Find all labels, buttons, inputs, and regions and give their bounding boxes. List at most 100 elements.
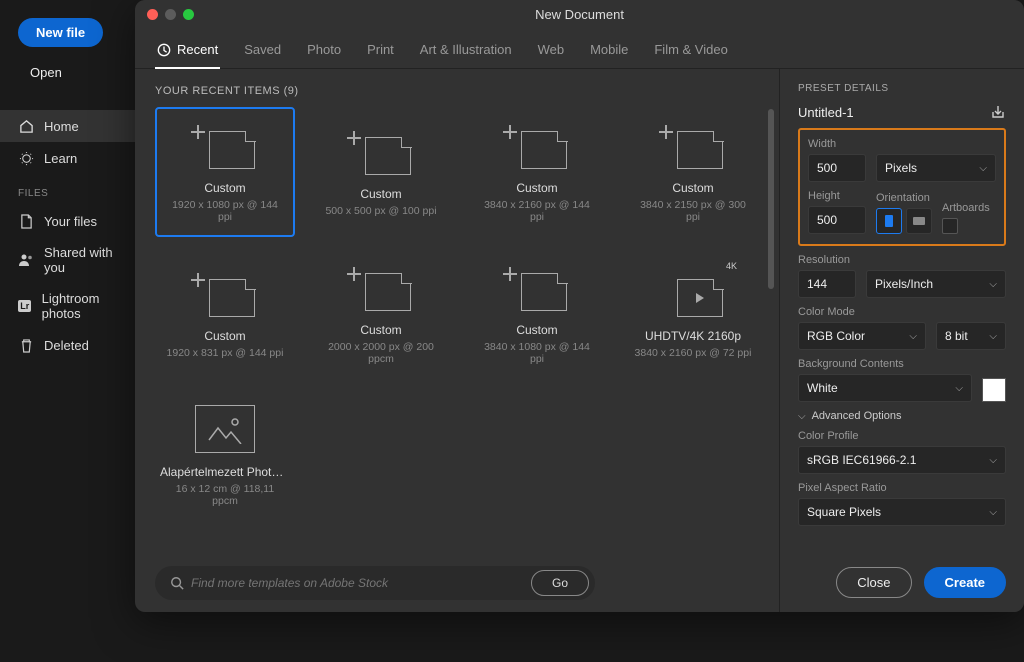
- resolution-label: Resolution: [798, 254, 1006, 266]
- tab-photo[interactable]: Photo: [305, 34, 343, 69]
- nav-deleted[interactable]: Deleted: [0, 329, 145, 361]
- artboards-checkbox[interactable]: [942, 218, 958, 234]
- nav-learn[interactable]: Learn: [0, 142, 145, 174]
- trash-icon: [18, 337, 34, 353]
- recent-items-heading: YOUR RECENT ITEMS (9): [155, 85, 775, 97]
- file-icon: [18, 213, 34, 229]
- close-button[interactable]: Close: [836, 567, 911, 598]
- nav-label: Lightroom photos: [42, 291, 127, 321]
- preset-meta: 3840 x 2160 px @ 72 ppi: [635, 347, 752, 359]
- chevron-down-icon: ⌵: [955, 383, 963, 394]
- bg-swatch[interactable]: [982, 378, 1006, 402]
- preset-name: Custom: [204, 181, 245, 195]
- width-label: Width: [808, 138, 996, 150]
- preset-name: Custom: [516, 323, 557, 337]
- preset-name: Custom: [360, 187, 401, 201]
- bg-label: Background Contents: [798, 358, 1006, 370]
- preset-name: Custom: [672, 181, 713, 195]
- chevron-down-icon: ⌵: [979, 163, 987, 174]
- orientation-landscape[interactable]: [906, 208, 932, 234]
- preset-card[interactable]: Custom2000 x 2000 px @ 200 ppcm: [311, 249, 451, 379]
- tab-saved[interactable]: Saved: [242, 34, 283, 69]
- color-profile-label: Color Profile: [798, 430, 1006, 442]
- panel-heading: PRESET DETAILS: [798, 83, 1006, 94]
- chevron-down-icon: ⌵: [989, 455, 997, 466]
- chevron-down-icon: ⌵: [989, 279, 997, 290]
- preset-card[interactable]: Alapértelmezett Photosho... 16 x 12 cm @ …: [155, 391, 295, 521]
- tab-film-video[interactable]: Film & Video: [652, 34, 729, 69]
- unit-select[interactable]: Pixels⌵: [876, 154, 996, 182]
- chevron-down-icon: ⌵: [989, 507, 997, 518]
- bg-select[interactable]: White⌵: [798, 374, 972, 402]
- nav-lightroom[interactable]: Lr Lightroom photos: [0, 283, 145, 329]
- tab-mobile[interactable]: Mobile: [588, 34, 630, 69]
- preset-name: Alapértelmezett Photosho...: [160, 465, 290, 479]
- people-icon: [18, 252, 34, 268]
- save-preset-icon[interactable]: [990, 104, 1006, 120]
- pixel-aspect-select[interactable]: Square Pixels⌵: [798, 498, 1006, 526]
- orientation-portrait[interactable]: [876, 208, 902, 234]
- app-sidebar: New file Open Home Learn FILES Your file…: [0, 0, 145, 662]
- color-mode-select[interactable]: RGB Color⌵: [798, 322, 926, 350]
- resolution-input[interactable]: [798, 270, 856, 298]
- preset-name: Custom: [360, 323, 401, 337]
- color-mode-label: Color Mode: [798, 306, 1006, 318]
- preset-card[interactable]: Custom 500 x 500 px @ 100 ppi: [311, 107, 451, 237]
- close-window-icon[interactable]: [147, 9, 158, 20]
- create-button[interactable]: Create: [924, 567, 1006, 598]
- advanced-toggle[interactable]: ⌵Advanced Options: [798, 410, 1006, 422]
- tab-art-illustration[interactable]: Art & Illustration: [418, 34, 514, 69]
- new-document-dialog: New Document Recent Saved Photo Print Art & …: [135, 0, 1024, 612]
- nav-label: Shared with you: [44, 245, 127, 275]
- height-input[interactable]: [808, 206, 866, 234]
- preset-name[interactable]: Untitled-1: [798, 105, 854, 120]
- dimensions-highlight: Width Pixels⌵ Height Orientation: [798, 128, 1006, 246]
- preset-meta: 1920 x 1080 px @ 144 ppi: [165, 199, 285, 223]
- scrollbar[interactable]: [768, 109, 774, 289]
- tab-web[interactable]: Web: [536, 34, 567, 69]
- nav-your-files[interactable]: Your files: [0, 205, 145, 237]
- nav-shared[interactable]: Shared with you: [0, 237, 145, 283]
- width-input[interactable]: [808, 154, 866, 182]
- color-profile-select[interactable]: sRGB IEC61966-2.1⌵: [798, 446, 1006, 474]
- nav-label: Learn: [44, 151, 77, 166]
- go-button[interactable]: Go: [531, 570, 589, 596]
- preset-details-panel: PRESET DETAILS Untitled-1 Width Pixels⌵ …: [780, 69, 1024, 612]
- preset-card[interactable]: Custom 3840 x 2160 px @ 144 ppi: [467, 107, 607, 237]
- preset-meta: 3840 x 2160 px @ 144 ppi: [476, 199, 598, 223]
- preset-name: UHDTV/4K 2160p: [645, 329, 741, 343]
- zoom-window-icon[interactable]: [183, 9, 194, 20]
- preset-meta: 3840 x 2150 px @ 300 ppi: [632, 199, 754, 223]
- learn-icon: [18, 150, 34, 166]
- preset-name: Custom: [516, 181, 557, 195]
- nav-label: Your files: [44, 214, 97, 229]
- resolution-unit-select[interactable]: Pixels/Inch⌵: [866, 270, 1006, 298]
- height-label: Height: [808, 190, 866, 202]
- open-link[interactable]: Open: [30, 65, 145, 80]
- preset-card[interactable]: Custom 3840 x 2150 px @ 300 ppi: [623, 107, 763, 237]
- preset-card[interactable]: Custom 1920 x 1080 px @ 144 ppi: [155, 107, 295, 237]
- preset-card[interactable]: Custom3840 x 1080 px @ 144 ppi: [467, 249, 607, 379]
- chevron-down-icon: ⌵: [798, 411, 806, 422]
- files-label: FILES: [0, 174, 145, 205]
- preset-card[interactable]: 4KUHDTV/4K 2160p3840 x 2160 px @ 72 ppi: [623, 249, 763, 379]
- bit-depth-select[interactable]: 8 bit⌵: [936, 322, 1006, 350]
- search-input[interactable]: [185, 570, 531, 596]
- home-icon: [18, 118, 34, 134]
- titlebar: New Document: [135, 0, 1024, 28]
- pixel-aspect-label: Pixel Aspect Ratio: [798, 482, 1006, 494]
- preset-card[interactable]: Custom1920 x 831 px @ 144 ppi: [155, 249, 295, 379]
- preset-meta: 16 x 12 cm @ 118,11 ppcm: [164, 483, 286, 507]
- preset-grid: Custom 1920 x 1080 px @ 144 ppi Custom 500 …: [155, 107, 775, 521]
- stock-search: Go: [155, 566, 595, 600]
- minimize-window-icon[interactable]: [165, 9, 176, 20]
- nav-home[interactable]: Home: [0, 110, 145, 142]
- tab-print[interactable]: Print: [365, 34, 396, 69]
- chevron-down-icon: ⌵: [909, 331, 917, 342]
- category-tabs: Recent Saved Photo Print Art & Illustration W…: [135, 28, 1024, 69]
- tab-recent[interactable]: Recent: [155, 34, 220, 69]
- new-file-button[interactable]: New file: [18, 18, 103, 47]
- search-icon: [169, 575, 185, 591]
- chevron-down-icon: ⌵: [989, 331, 997, 342]
- preset-meta: 500 x 500 px @ 100 ppi: [325, 205, 436, 217]
